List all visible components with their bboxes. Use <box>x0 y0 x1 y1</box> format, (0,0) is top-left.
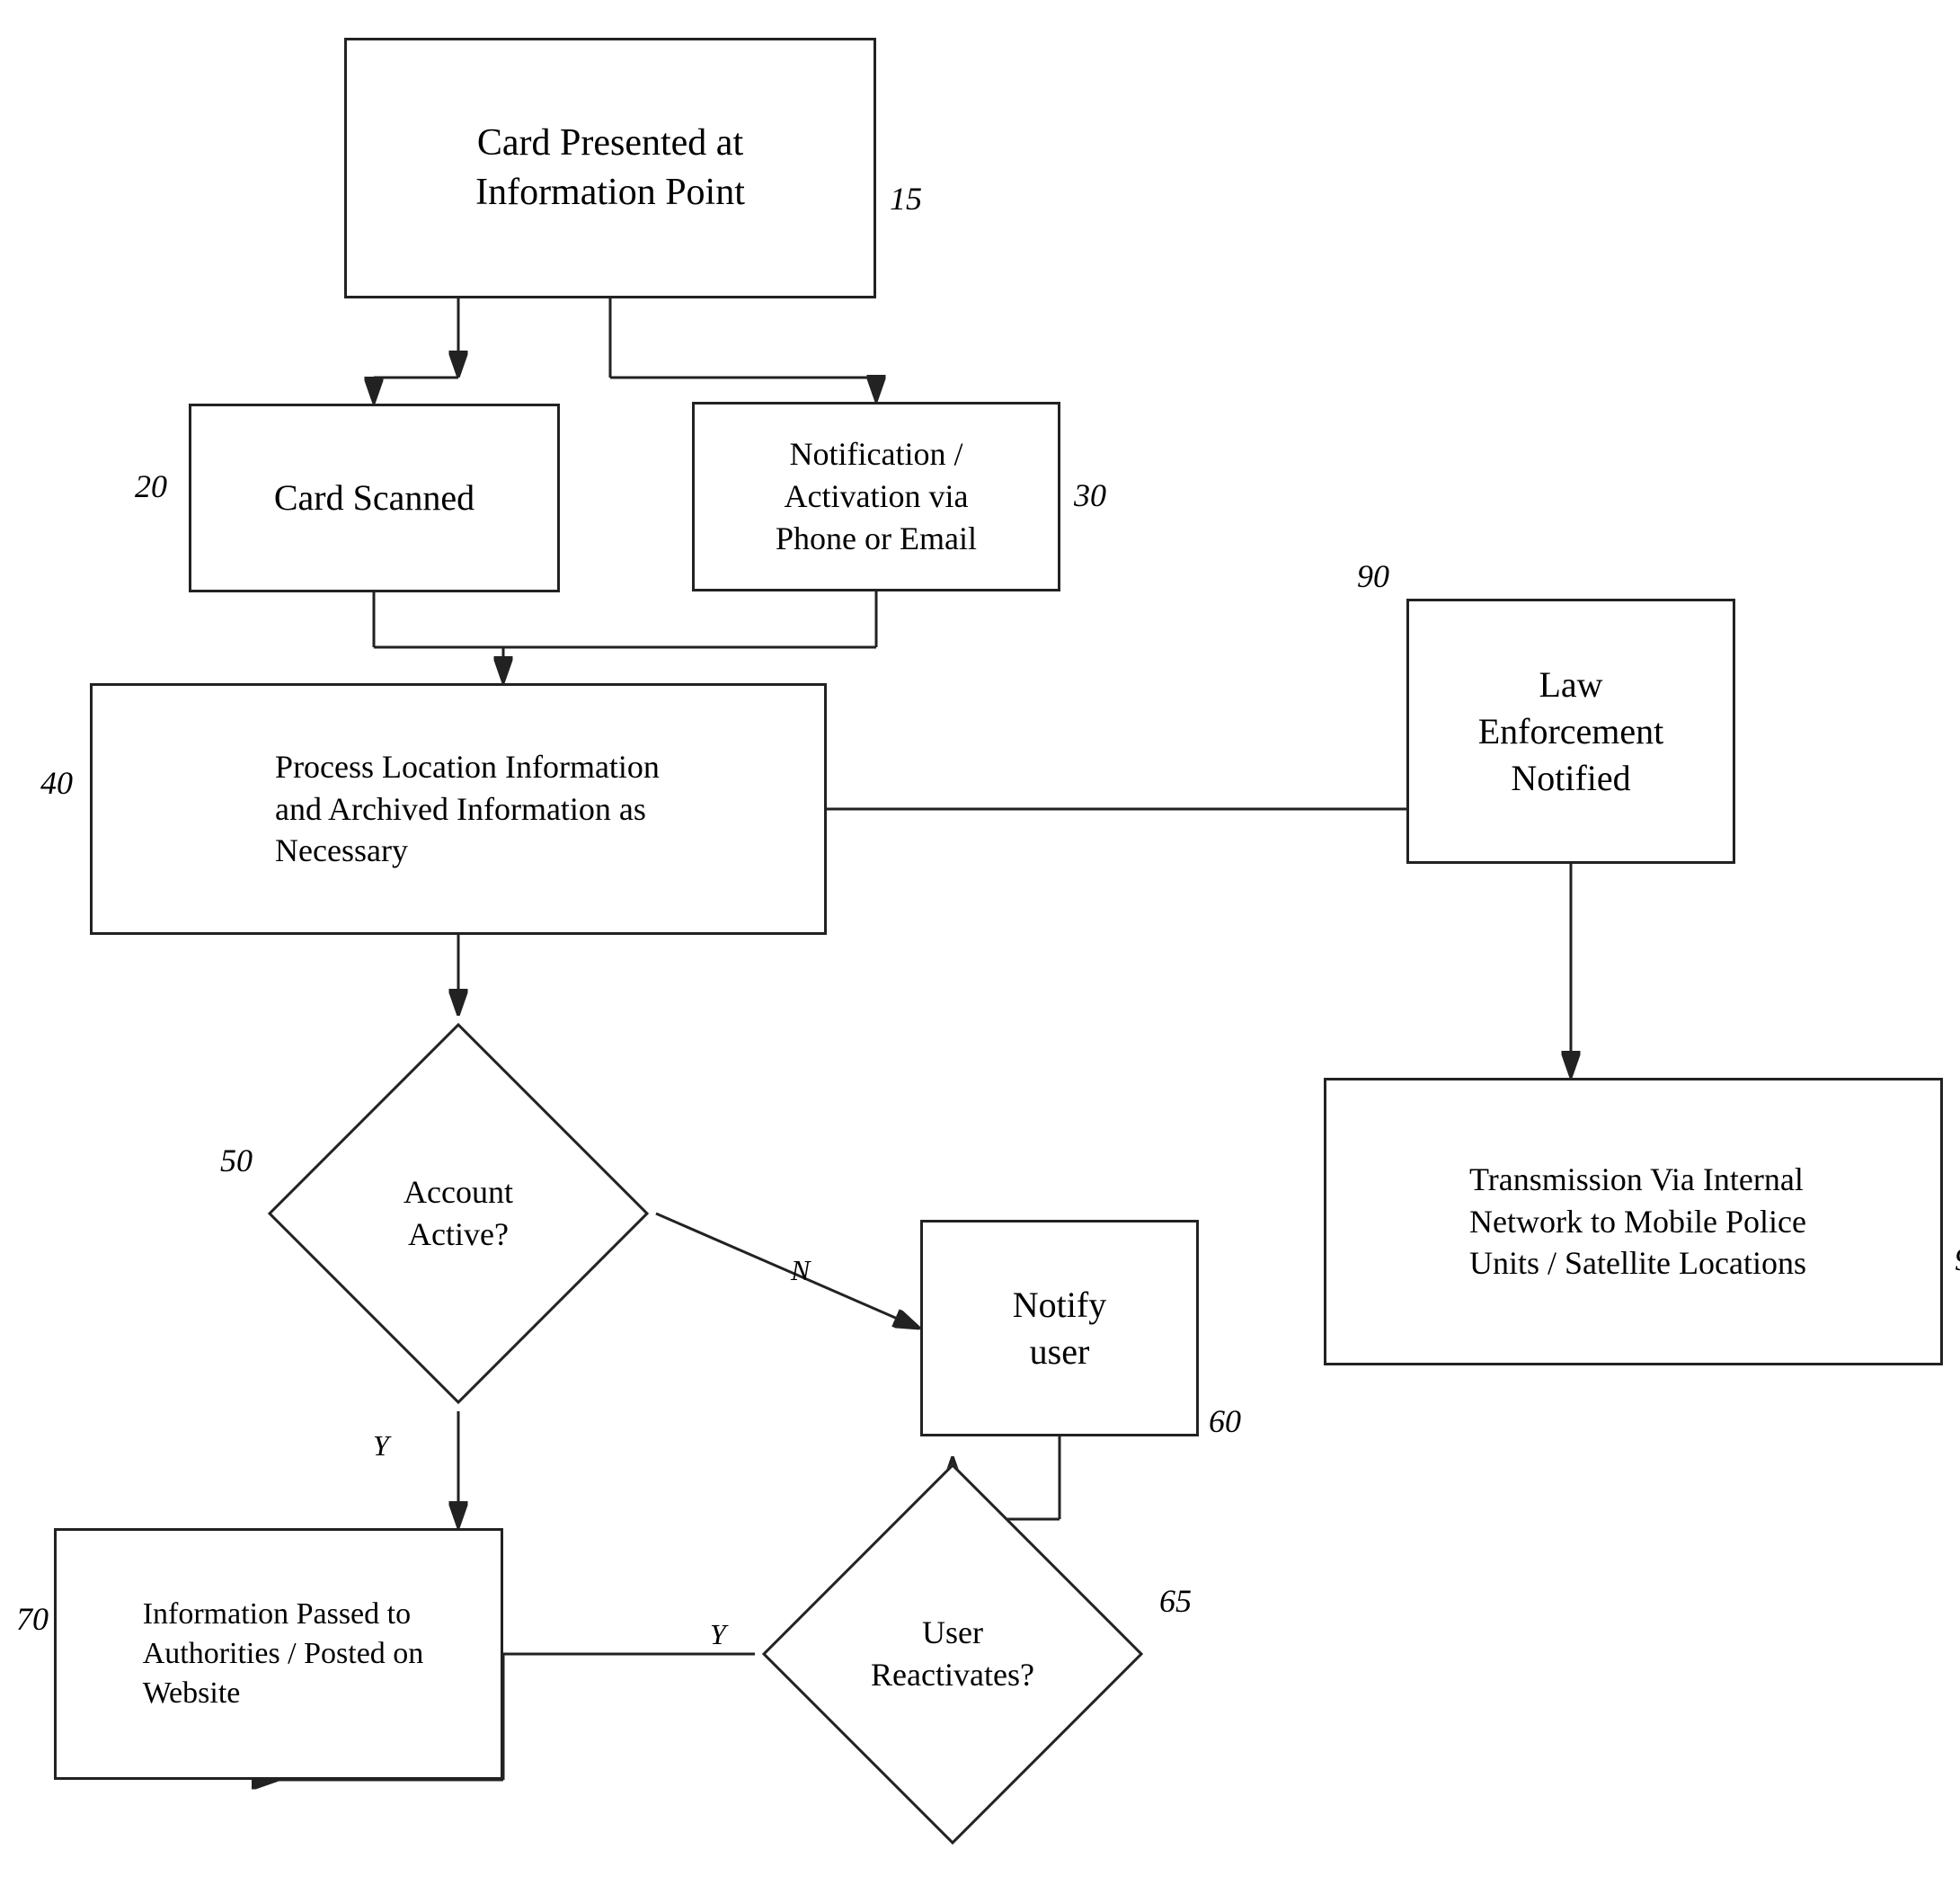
num-20: 20 <box>135 467 167 505</box>
y-arrow-label-user: Y <box>710 1618 726 1651</box>
account-active-diamond <box>268 1023 649 1404</box>
num-40: 40 <box>40 764 73 802</box>
account-active-diamond-wrap: AccountActive? <box>261 1016 656 1411</box>
transmission-label: Transmission Via Internal Network to Mob… <box>1460 1159 1806 1285</box>
num-65: 65 <box>1159 1582 1192 1620</box>
law-enforcement-box: Law Enforcement Notified <box>1406 599 1735 864</box>
info-passed-label: Information Passed to Authorities / Post… <box>134 1595 424 1714</box>
notify-user-label: Notify user <box>1013 1282 1106 1375</box>
num-90: 90 <box>1357 557 1389 595</box>
law-enforcement-label: Law Enforcement Notified <box>1478 662 1664 802</box>
num-60: 60 <box>1209 1402 1241 1440</box>
card-presented-box: Card Presented at Information Point <box>344 38 876 298</box>
num-95: 95 <box>1955 1240 1960 1278</box>
process-location-label: Process Location Information and Archive… <box>257 746 660 872</box>
user-reactivates-diamond-wrap: UserReactivates? <box>755 1456 1150 1852</box>
num-70: 70 <box>16 1600 49 1638</box>
num-30: 30 <box>1074 476 1106 514</box>
user-reactivates-diamond <box>762 1463 1143 1845</box>
card-scanned-label: Card Scanned <box>274 475 474 521</box>
y-arrow-label-account: Y <box>373 1429 389 1463</box>
notification-activation-box: Notification / Activation via Phone or E… <box>692 402 1060 591</box>
num-15: 15 <box>890 180 922 218</box>
notification-activation-label: Notification / Activation via Phone or E… <box>776 433 977 559</box>
info-passed-box: Information Passed to Authorities / Post… <box>54 1528 503 1780</box>
process-location-box: Process Location Information and Archive… <box>90 683 827 935</box>
transmission-box: Transmission Via Internal Network to Mob… <box>1324 1078 1943 1365</box>
notify-user-box: Notify user <box>920 1220 1199 1436</box>
num-50: 50 <box>220 1142 253 1179</box>
card-presented-label: Card Presented at Information Point <box>475 119 745 217</box>
n-arrow-label: N <box>791 1254 810 1287</box>
card-scanned-box: Card Scanned <box>189 404 560 592</box>
